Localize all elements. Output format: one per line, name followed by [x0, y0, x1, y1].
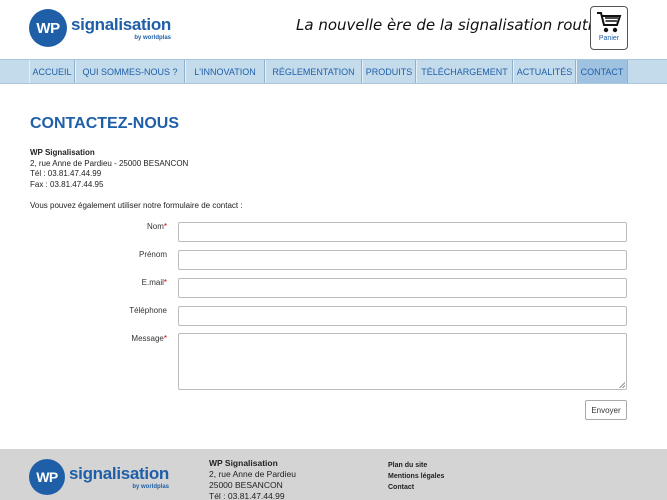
form-intro: Vous pouvez également utiliser notre for… [30, 201, 243, 210]
nav-item-reglementation[interactable]: RÉGLEMENTATION [265, 60, 362, 83]
telephone-input[interactable] [178, 306, 627, 326]
footer-link-contact[interactable]: Contact [388, 482, 444, 493]
footer-city: 25000 BESANCON [209, 480, 283, 490]
prenom-input[interactable] [178, 250, 627, 270]
nav-item-produits[interactable]: PRODUITS [362, 60, 416, 83]
footer-phone: Tél : 03.81.47.44.99 [209, 491, 285, 500]
nav-item-innovation[interactable]: L'INNOVATION [185, 60, 265, 83]
phone-number: Tél : 03.81.47.44.99 [30, 169, 102, 178]
footer-street: 2, rue Anne de Pardieu [209, 469, 296, 479]
tagline: La nouvelle ère de la signalisation rout… [296, 16, 617, 34]
footer-company: WP Signalisation [209, 458, 278, 468]
contact-address: WP Signalisation 2, rue Anne de Pardieu … [30, 148, 188, 190]
nav-item-contact[interactable]: CONTACT [576, 60, 628, 83]
prenom-label: Prénom [138, 250, 167, 259]
footer-link-mentions[interactable]: Mentions légales [388, 471, 444, 482]
nav-item-actualites[interactable]: ACTUALITÉS [513, 60, 576, 83]
nav-item-accueil[interactable]: ACCUEIL [29, 60, 75, 83]
footer-logo-sub: by worldplas [132, 483, 170, 490]
nom-input[interactable] [178, 222, 627, 242]
required-marker: * [163, 278, 167, 287]
footer-logo[interactable]: WP signalisation by worldplas [29, 459, 169, 495]
cart-icon [597, 12, 622, 33]
street-address: 2, rue Anne de Pardieu - 25000 BESANCON [30, 158, 189, 168]
footer-logo-mark: WP [29, 459, 65, 495]
required-marker: * [163, 222, 167, 231]
nav-item-qui-sommes-nous[interactable]: QUI SOMMES-NOUS ? [75, 60, 185, 83]
site-logo[interactable]: WP signalisation by worldplas [29, 8, 171, 48]
fax-number: Fax : 03.81.47.44.95 [30, 179, 104, 189]
site-header: WP signalisation by worldplas La nouvell… [0, 0, 667, 58]
message-textarea[interactable] [178, 333, 627, 390]
logo-mark: WP [29, 9, 67, 47]
required-marker: * [163, 334, 167, 343]
logo-name: signalisation [71, 14, 172, 34]
telephone-label: Téléphone [129, 306, 167, 315]
cart-button[interactable]: Panier [590, 6, 628, 50]
send-button[interactable]: Envoyer [585, 400, 627, 420]
email-label: E.mail* [141, 278, 167, 287]
resize-handle[interactable] [619, 382, 625, 388]
nav-item-telechargement[interactable]: TÉLÉCHARGEMENT [416, 60, 513, 83]
email-input[interactable] [178, 278, 627, 298]
message-label: Message* [131, 334, 167, 343]
footer-logo-name: signalisation [69, 463, 170, 483]
main-nav: ACCUEIL QUI SOMMES-NOUS ? L'INNOVATION R… [0, 59, 667, 84]
cart-label: Panier [598, 35, 620, 42]
nom-label: Nom* [146, 222, 167, 231]
logo-sub: by worldplas [134, 34, 172, 41]
footer-address: WP Signalisation 2, rue Anne de Pardieu … [209, 458, 296, 500]
footer-link-plan[interactable]: Plan du site [388, 460, 444, 471]
company-name: WP Signalisation [30, 148, 95, 157]
footer-links: Plan du site Mentions légales Contact [388, 460, 444, 493]
page-title: CONTACTEZ-NOUS [30, 115, 180, 132]
